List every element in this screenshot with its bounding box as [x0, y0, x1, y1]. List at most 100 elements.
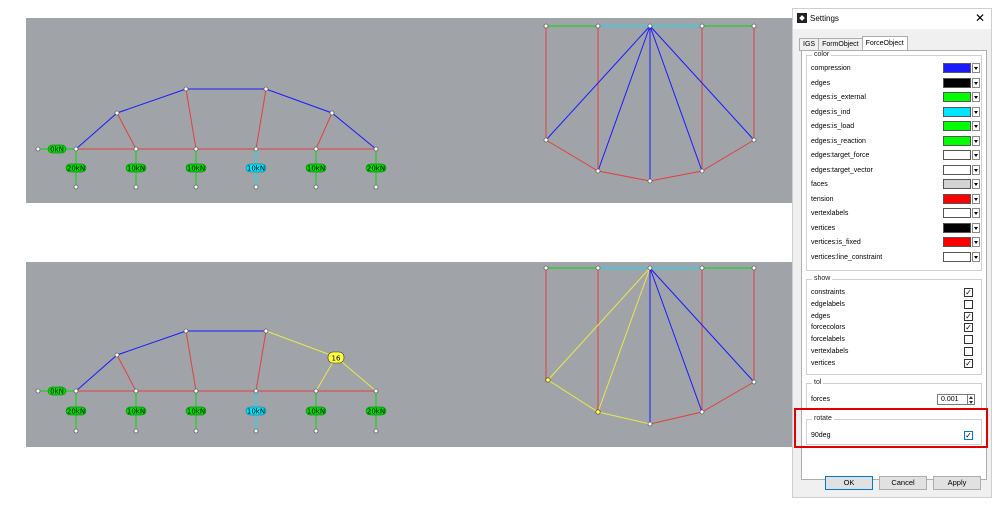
dialog-title: Settings	[810, 14, 839, 23]
color-row-label: edges:target_vector	[811, 166, 873, 174]
show-row-label: forcecolors	[811, 324, 846, 332]
show-checkbox[interactable]	[964, 347, 973, 356]
show-checkbox[interactable]	[964, 299, 973, 309]
viewport-bottom[interactable]: 16 0kN 20kN 10kN 10kN 10kN 10kN 20kN	[26, 262, 794, 447]
show-row-label: forcelabels	[811, 336, 845, 344]
member	[185, 88, 197, 150]
svg-text:20kN: 20kN	[367, 165, 385, 173]
color-row-label: edges:is_ind	[811, 108, 851, 116]
chevron-down-icon[interactable]	[972, 135, 980, 146]
member	[116, 112, 137, 150]
color-swatch[interactable]	[943, 121, 971, 131]
color-row-label: faces	[811, 181, 828, 188]
chevron-down-icon[interactable]	[972, 208, 980, 218]
color-swatch[interactable]	[943, 164, 971, 175]
color-swatch[interactable]	[943, 193, 971, 204]
show-row: vertices ✓	[811, 357, 981, 370]
ok-button[interactable]: OK	[825, 476, 873, 490]
color-row: edges	[811, 77, 981, 90]
svg-text:10kN: 10kN	[307, 165, 325, 173]
svg-text:10kN: 10kN	[187, 165, 205, 173]
tab-bar: IGS FormObject ForceObject	[799, 36, 908, 51]
color-row: vertices	[811, 222, 981, 235]
color-row-label: vertices:is_fixed	[811, 239, 861, 246]
color-row: vertices:is_fixed	[811, 236, 981, 249]
tab-forceobject[interactable]: ForceObject	[861, 36, 908, 51]
tol-forces-row: forces 0.001	[811, 393, 981, 406]
color-row: vertexlabels	[811, 207, 981, 220]
svg-text:10kN: 10kN	[127, 408, 145, 416]
color-swatch[interactable]	[943, 63, 971, 73]
tol-forces-label: forces	[811, 396, 831, 403]
color-group-legend: color	[812, 51, 832, 58]
app-icon	[797, 13, 807, 23]
dialog-titlebar[interactable]: Settings ✕	[793, 9, 991, 29]
svg-text:10kN: 10kN	[247, 165, 265, 173]
chevron-down-icon[interactable]	[972, 77, 980, 88]
svg-text:10kN: 10kN	[187, 408, 205, 416]
tol-forces-spinner[interactable]	[967, 394, 975, 405]
color-row-label: edges	[811, 79, 831, 87]
color-group: color compression edges edges:is_externale…	[806, 51, 982, 271]
color-swatch[interactable]	[943, 237, 971, 247]
color-swatch[interactable]	[943, 179, 971, 189]
load-labels: 20kN 10kN 10kN 10kN 10kN 20kN	[65, 163, 387, 173]
show-row-label: edgelabels	[811, 300, 845, 308]
form-diagram: 16 0kN 20kN 10kN 10kN 10kN 10kN 20kN	[35, 328, 387, 434]
show-checkbox[interactable]: ✓	[964, 323, 973, 333]
svg-text:0kN: 0kN	[50, 146, 64, 154]
svg-text:16: 16	[332, 355, 341, 363]
show-group-legend: show	[812, 275, 833, 282]
tol-group-legend: tol	[812, 379, 824, 386]
show-row-label: vertexlabels	[811, 348, 849, 355]
color-swatch[interactable]	[943, 135, 971, 146]
show-row-label: constraints	[811, 289, 845, 296]
force-diagram	[543, 23, 757, 184]
color-row-label: compression	[811, 65, 851, 72]
color-row-label: edges:is_load	[811, 123, 855, 130]
chevron-down-icon[interactable]	[972, 251, 980, 262]
chevron-down-icon[interactable]	[972, 106, 980, 117]
color-swatch[interactable]	[943, 92, 971, 102]
close-icon[interactable]: ✕	[975, 11, 985, 25]
load-arrows	[75, 149, 377, 187]
form-force-diagram-bottom: 16 0kN 20kN 10kN 10kN 10kN 10kN 20kN	[35, 265, 757, 434]
chevron-down-icon[interactable]	[972, 179, 980, 189]
color-swatch[interactable]	[943, 222, 971, 233]
color-row-label: edges:is_external	[811, 94, 866, 101]
color-row-label: edges:target_force	[811, 152, 870, 159]
chevron-down-icon[interactable]	[972, 222, 980, 233]
show-checkbox[interactable]	[964, 335, 973, 345]
color-row: edges:target_force	[811, 149, 981, 162]
selected-vertex-label[interactable]: 16	[327, 351, 345, 364]
chevron-down-icon[interactable]	[972, 92, 980, 102]
svg-text:10kN: 10kN	[127, 165, 145, 173]
color-row: edges:is_reaction	[811, 135, 981, 148]
rotate-highlight-box	[794, 408, 988, 448]
apply-button[interactable]: Apply	[933, 476, 981, 490]
vertices	[35, 86, 379, 190]
chevron-down-icon[interactable]	[972, 150, 980, 160]
color-row: edges:target_vector	[811, 164, 981, 177]
color-swatch[interactable]	[943, 251, 971, 262]
color-row: tension	[811, 193, 981, 206]
chevron-down-icon[interactable]	[972, 237, 980, 247]
color-row: vertices:line_constraint	[811, 251, 981, 264]
color-swatch[interactable]	[943, 208, 971, 218]
color-swatch[interactable]	[943, 150, 971, 160]
show-checkbox[interactable]: ✓	[964, 311, 973, 321]
chevron-down-icon[interactable]	[972, 164, 980, 175]
chevron-down-icon[interactable]	[972, 193, 980, 204]
viewport-top[interactable]: 0kN 20kN 10kN 10kN 10kN 10kN 20kN	[26, 18, 794, 203]
chevron-down-icon[interactable]	[972, 121, 980, 131]
show-checkbox[interactable]: ✓	[964, 358, 973, 368]
chevron-down-icon[interactable]	[972, 63, 980, 73]
color-swatch[interactable]	[943, 77, 971, 88]
cancel-button[interactable]: Cancel	[879, 476, 927, 490]
svg-text:20kN: 20kN	[67, 408, 85, 416]
member	[315, 112, 333, 150]
color-swatch[interactable]	[943, 106, 971, 117]
svg-text:20kN: 20kN	[367, 408, 385, 416]
show-checkbox[interactable]: ✓	[964, 288, 973, 297]
color-row-label: vertices	[811, 224, 836, 232]
